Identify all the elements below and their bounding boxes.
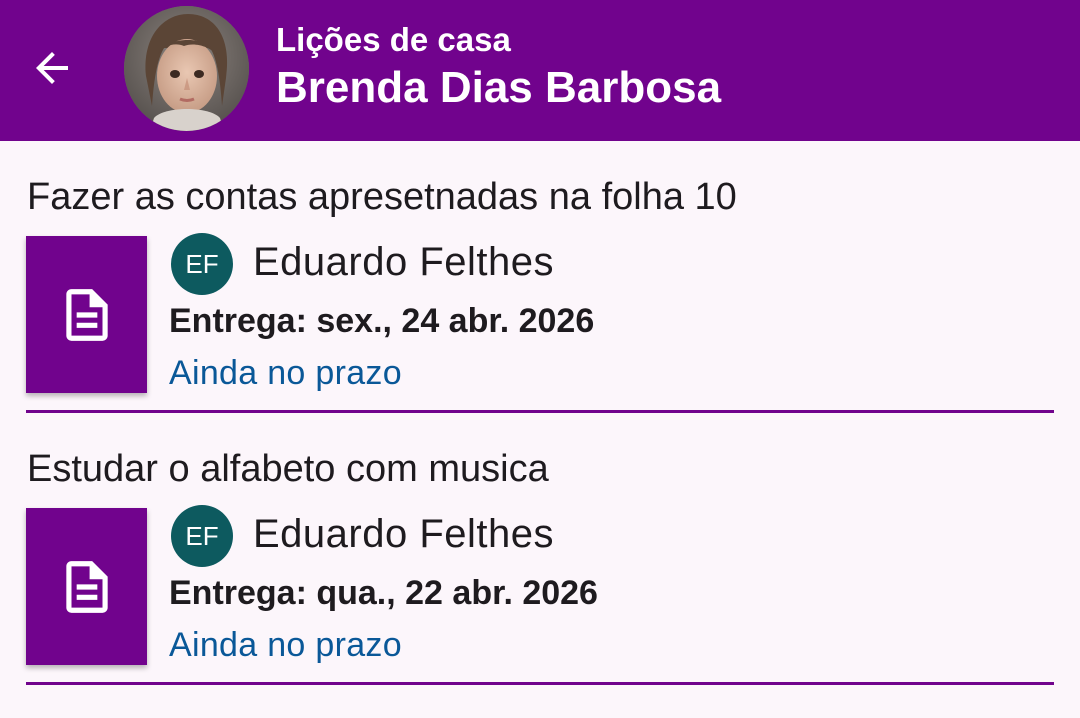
homework-list-item[interactable]: Fazer as contas apresetnadas na folha 10… bbox=[0, 141, 1080, 413]
homework-list: Fazer as contas apresetnadas na folha 10… bbox=[0, 141, 1080, 685]
homework-list-item[interactable]: Estudar o alfabeto com musica EF Eduardo… bbox=[0, 413, 1080, 685]
list-divider bbox=[26, 682, 1054, 685]
document-icon bbox=[65, 288, 108, 341]
teacher-avatar: EF bbox=[171, 233, 233, 295]
page-title: Brenda Dias Barbosa bbox=[276, 63, 722, 112]
page-subtitle: Lições de casa bbox=[276, 21, 511, 58]
app-bar: Lições de casa Brenda Dias Barbosa bbox=[0, 0, 1080, 141]
homework-title: Estudar o alfabeto com musica bbox=[27, 448, 549, 490]
document-icon bbox=[65, 560, 108, 613]
back-button[interactable] bbox=[22, 38, 82, 98]
homework-title: Fazer as contas apresetnadas na folha 10 bbox=[27, 176, 737, 218]
teacher-name: Eduardo Felthes bbox=[253, 240, 555, 284]
due-date: Entrega: qua., 22 abr. 2026 bbox=[169, 574, 598, 612]
status-text: Ainda no prazo bbox=[169, 354, 402, 392]
homework-thumbnail bbox=[26, 236, 147, 393]
student-avatar bbox=[124, 6, 249, 131]
teacher-avatar: EF bbox=[171, 505, 233, 567]
teacher-name: Eduardo Felthes bbox=[253, 512, 555, 556]
arrow-back-icon bbox=[36, 52, 68, 84]
status-text: Ainda no prazo bbox=[169, 626, 402, 664]
due-date: Entrega: sex., 24 abr. 2026 bbox=[169, 302, 595, 340]
homework-thumbnail bbox=[26, 508, 147, 665]
